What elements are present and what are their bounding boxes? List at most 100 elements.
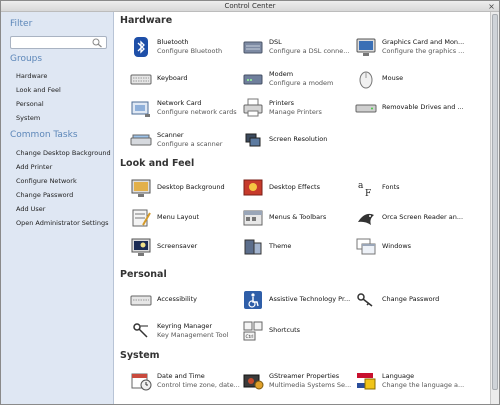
desktop-effects-icon	[243, 179, 263, 196]
item-name: Desktop Effects	[269, 183, 320, 191]
item-screen-resolution[interactable]: Screen Resolution	[242, 129, 357, 153]
item-screensaver[interactable]: Screensaver	[130, 236, 245, 260]
item-name: Menu Layout	[157, 213, 200, 221]
item-orca[interactable]: Orca Screen Reader an...	[355, 207, 470, 231]
item-description: Configure Bluetooth	[157, 47, 223, 55]
item-network-card[interactable]: Network Card Configure network cards	[130, 97, 245, 121]
item-keyboard[interactable]: Keyboard	[130, 68, 245, 92]
item-description: Multimedia Systems Se...	[269, 381, 352, 389]
section-title-look-and-feel: Look and Feel	[120, 158, 195, 169]
control-center-window: Control Center × Filter Groups Hardware …	[0, 0, 500, 405]
task-add-user[interactable]: Add User	[16, 205, 45, 213]
bluetooth-icon	[134, 37, 148, 57]
screen-resolution-icon	[245, 133, 261, 147]
item-assistive-technology[interactable]: Assistive Technology Pr...	[242, 289, 357, 313]
dsl-modem-icon	[243, 41, 263, 54]
main-panel: Hardware Bluetooth Configure Bluetooth D…	[115, 12, 490, 404]
monitor-icon	[356, 38, 376, 56]
scrollbar-thumb[interactable]	[492, 14, 498, 390]
fonts-icon: aF	[358, 181, 371, 199]
item-name: Bluetooth	[157, 38, 189, 46]
group-look-and-feel[interactable]: Look and Feel	[16, 86, 61, 94]
item-desktop-effects[interactable]: Desktop Effects	[242, 177, 357, 201]
search-input[interactable]	[10, 36, 107, 49]
task-configure-network[interactable]: Configure Network	[16, 177, 77, 185]
window-title: Control Center	[224, 2, 276, 10]
item-bluetooth[interactable]: Bluetooth Configure Bluetooth	[130, 36, 245, 60]
item-gstreamer-properties[interactable]: GStreamer Properties Multimedia Systems …	[242, 370, 357, 394]
item-windows[interactable]: Windows	[355, 236, 470, 260]
group-personal[interactable]: Personal	[16, 100, 44, 108]
date-time-icon	[131, 373, 152, 391]
title-bar[interactable]: Control Center ×	[1, 1, 499, 12]
svg-text:a: a	[358, 181, 364, 191]
item-name: Network Card	[157, 99, 202, 107]
modem-icon	[243, 74, 263, 85]
svg-text:F: F	[365, 189, 371, 199]
printer-icon	[243, 98, 263, 117]
item-menu-layout[interactable]: Menu Layout	[130, 207, 245, 231]
shortcuts-icon: Ctrl	[243, 321, 263, 341]
language-flag-icon	[357, 373, 376, 390]
item-shortcuts[interactable]: Ctrl Shortcuts	[242, 320, 357, 344]
item-change-password[interactable]: Change Password	[355, 289, 470, 313]
scanner-icon	[130, 134, 152, 146]
item-modem[interactable]: Modem Configure a modem	[242, 68, 357, 92]
item-accessibility[interactable]: Accessibility	[130, 289, 245, 313]
sidebar: Filter Groups Hardware Look and Feel Per…	[1, 12, 114, 404]
section-title-hardware: Hardware	[120, 15, 173, 26]
item-name: Windows	[382, 242, 412, 250]
item-date-and-time[interactable]: Date and Time Control time zone, date...	[130, 370, 245, 394]
item-printers[interactable]: Printers Manage Printers	[242, 97, 357, 121]
task-add-printer[interactable]: Add Printer	[16, 163, 52, 171]
item-mouse[interactable]: Mouse	[355, 68, 470, 92]
item-removable-drives[interactable]: Removable Drives and ...	[355, 97, 470, 121]
item-name: Language	[382, 372, 415, 380]
item-name: Desktop Background	[157, 183, 225, 191]
task-change-desktop-background[interactable]: Change Desktop Background	[16, 149, 111, 157]
item-name: Printers	[269, 99, 295, 107]
item-description: Control time zone, date...	[157, 381, 240, 389]
item-name: Accessibility	[157, 295, 197, 303]
item-name: Theme	[269, 242, 292, 250]
item-description: Change the language a...	[382, 381, 465, 389]
svg-text:Ctrl: Ctrl	[246, 334, 254, 340]
windows-icon	[356, 238, 376, 255]
groups-heading: Groups	[10, 54, 43, 64]
item-theme[interactable]: Theme	[242, 236, 357, 260]
item-fonts[interactable]: aF Fonts	[355, 177, 470, 201]
screensaver-icon	[131, 238, 151, 256]
group-system[interactable]: System	[16, 114, 40, 122]
item-desktop-background[interactable]: Desktop Background	[130, 177, 245, 201]
assistive-technology-icon	[244, 291, 262, 309]
theme-icon	[244, 239, 262, 255]
item-graphics-card[interactable]: Graphics Card and Mon... Configure the g…	[355, 36, 470, 60]
item-name: Change Password	[382, 295, 440, 303]
gstreamer-icon	[243, 374, 264, 390]
orca-icon	[358, 213, 374, 225]
item-name: GStreamer Properties	[269, 372, 340, 380]
group-hardware[interactable]: Hardware	[16, 72, 47, 80]
accessibility-keyboard-icon	[130, 295, 152, 306]
menu-layout-icon	[132, 209, 151, 227]
filter-heading: Filter	[10, 19, 33, 29]
task-open-administrator-settings[interactable]: Open Administrator Settings	[16, 219, 108, 227]
task-change-password[interactable]: Change Password	[16, 191, 73, 199]
item-description: Configure the graphics ...	[382, 47, 465, 55]
item-scanner[interactable]: Scanner Configure a scanner	[130, 129, 245, 153]
item-dsl[interactable]: DSL Configure a DSL conne...	[242, 36, 357, 60]
close-icon[interactable]: ×	[487, 2, 496, 11]
item-name: Keyring Manager	[157, 322, 213, 330]
item-keyring-manager[interactable]: Keyring Manager Key Management Tool	[130, 320, 245, 344]
item-description: Manage Printers	[269, 108, 322, 116]
item-description: Configure network cards	[157, 108, 237, 116]
item-language[interactable]: Language Change the language a...	[355, 370, 470, 394]
keys-icon	[357, 293, 373, 307]
vertical-scrollbar[interactable]	[490, 12, 499, 404]
section-title-personal: Personal	[120, 269, 167, 280]
item-description: Key Management Tool	[157, 331, 229, 339]
item-description: Configure a modem	[269, 79, 334, 87]
item-menus-toolbars[interactable]: Menus & Toolbars	[242, 207, 357, 231]
keyboard-icon	[130, 74, 152, 85]
network-card-icon	[131, 101, 150, 117]
